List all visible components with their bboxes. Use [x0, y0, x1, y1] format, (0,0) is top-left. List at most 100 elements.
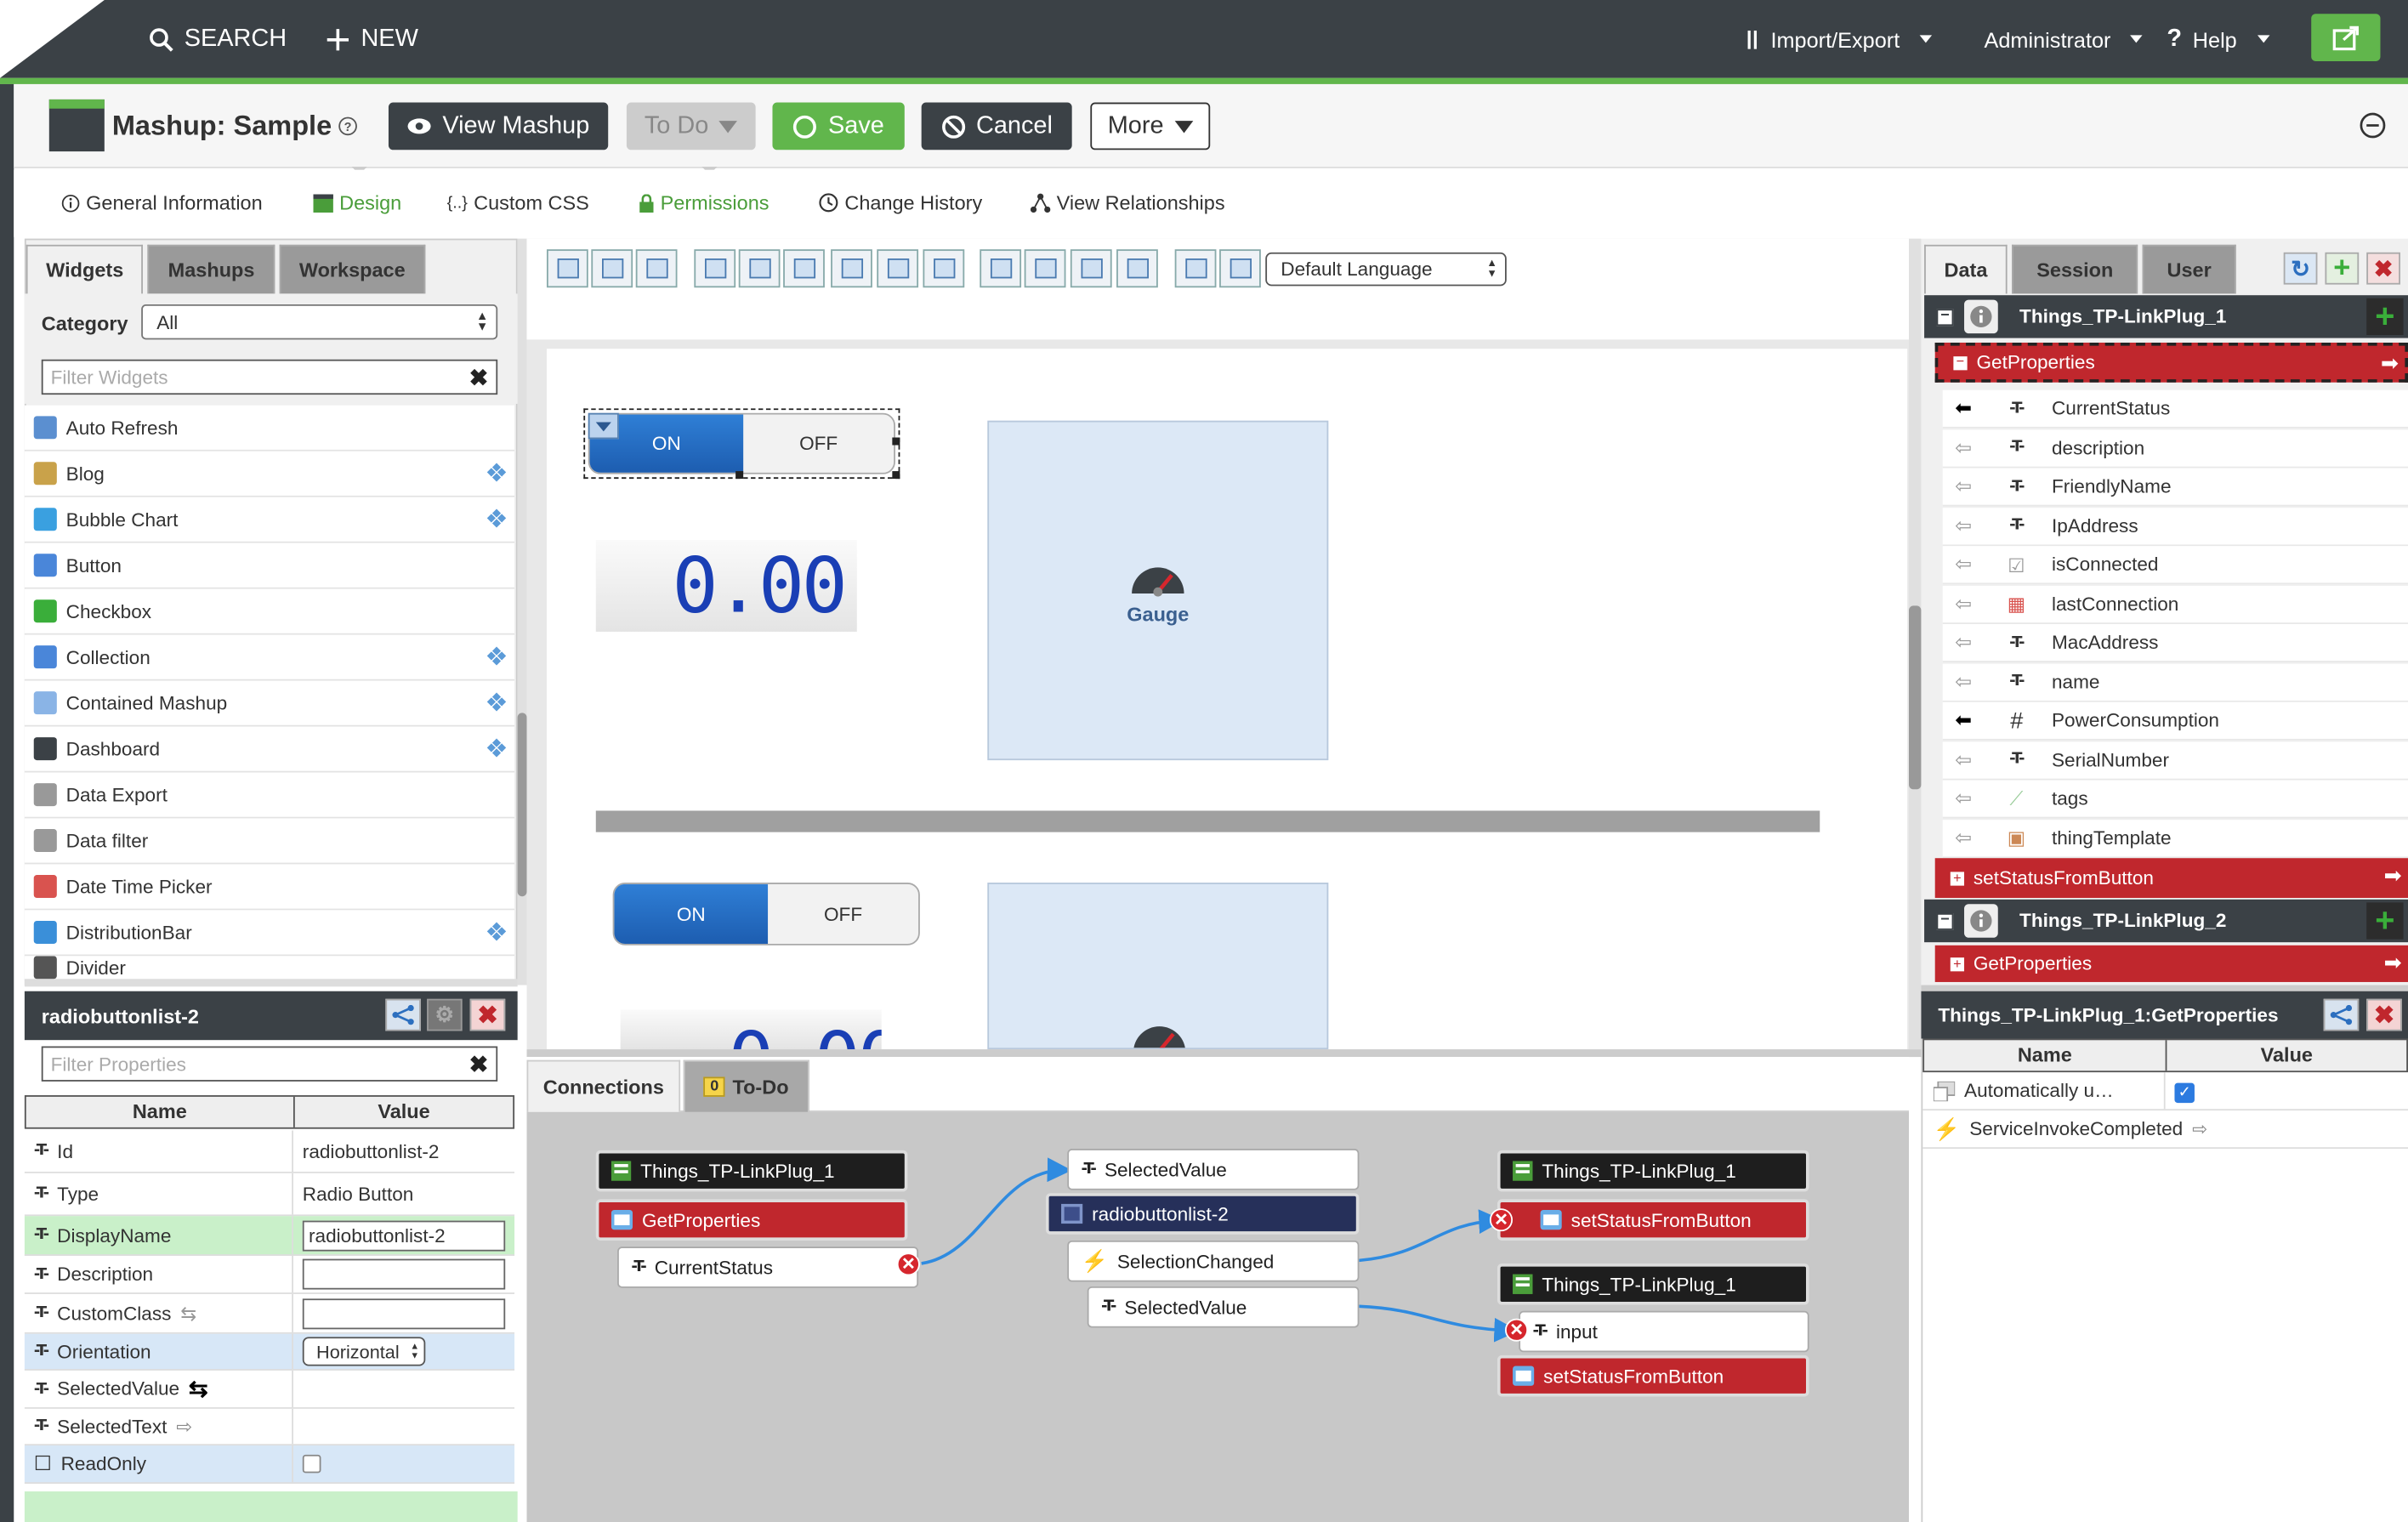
thing-template-type-icon: ▣: [2007, 827, 2026, 849]
tab-session[interactable]: Session: [2012, 244, 2138, 294]
service-prop-name: ServiceInvokeCompleted: [1969, 1118, 2184, 1140]
field-name: thingTemplate: [2051, 826, 2172, 849]
service-row-get-properties[interactable]: − GetProperties ➡: [1934, 342, 2408, 383]
bind-arrow-icon[interactable]: ⇦: [1955, 787, 1985, 811]
bind-arrow-icon[interactable]: ⇦: [1955, 514, 1985, 538]
collapse-icon[interactable]: −: [1953, 354, 1968, 370]
node-label: GetProperties: [641, 1209, 761, 1231]
bind-arrow-icon[interactable]: ⇦: [1955, 435, 1985, 460]
service-icon: [1540, 1210, 1562, 1230]
boolean-icon: [1933, 1080, 1956, 1101]
mid-event-node[interactable]: ⚡ SelectionChanged: [1067, 1240, 1360, 1282]
right-input-node[interactable]: -T- input: [1519, 1310, 1809, 1353]
service-field-row[interactable]: ⬅ -T- CurrentStatus: [1942, 389, 2408, 429]
collapse-icon[interactable]: −: [1936, 308, 1954, 326]
field-name: MacAddress: [2051, 631, 2159, 654]
service-field-row[interactable]: ⇦ ⟋ tags: [1942, 780, 2408, 819]
right-service-node-2[interactable]: setStatusFromButton: [1496, 1354, 1809, 1397]
field-name: IpAddress: [2051, 514, 2138, 537]
text-type-icon: -T-: [2009, 633, 2025, 651]
service-properties-table-header: Name Value: [1922, 1038, 2408, 1073]
share-icon: [2330, 1004, 2353, 1025]
tags-type-icon: ⟋: [2009, 787, 2024, 809]
service-prop-row[interactable]: ⚡ ServiceInvokeCompleted ⇨: [1922, 1110, 2408, 1150]
plus-icon: +: [2375, 900, 2395, 940]
bind-arrow-icon[interactable]: ⇦: [1955, 552, 1985, 576]
bind-arrow-icon[interactable]: ⇦: [1955, 669, 1985, 694]
pane-splitter[interactable]: [1921, 985, 2408, 991]
bind-arrow-icon[interactable]: ⇦: [1955, 630, 1985, 655]
tab-data[interactable]: Data: [1924, 244, 2008, 294]
bind-arrow-icon[interactable]: ⇦: [1955, 826, 1985, 850]
add-service-button[interactable]: +: [2366, 297, 2404, 335]
arrow-right-icon[interactable]: ⇨: [2192, 1118, 2207, 1139]
collapse-icon[interactable]: −: [1936, 911, 1954, 929]
col-name: Name: [1924, 1040, 2167, 1071]
add-service-button[interactable]: +: [2366, 900, 2404, 940]
remove-binding-icon[interactable]: ✕: [1489, 1208, 1514, 1232]
service-field-row[interactable]: ⇦ ▣ thingTemplate: [1942, 819, 2408, 858]
service-field-row[interactable]: ⇦ -T- IpAddress: [1942, 507, 2408, 546]
service-field-row[interactable]: ⇦ -T-name: [1942, 662, 2408, 701]
service-field-row[interactable]: ⇦ ▦ lastConnection: [1942, 585, 2408, 624]
expand-icon[interactable]: +: [1950, 871, 1965, 885]
service-row-set-status[interactable]: + setStatusFromButton ➡: [1934, 858, 2408, 899]
refresh-button[interactable]: ↻: [2283, 252, 2318, 285]
left-service-node[interactable]: GetProperties: [595, 1199, 908, 1241]
auto-update-checkbox[interactable]: ✓: [2174, 1082, 2195, 1103]
service-field-row[interactable]: ⇦ -T- FriendlyName: [1942, 468, 2408, 507]
service-field-row[interactable]: ⇦ -T- MacAddress: [1942, 623, 2408, 662]
service-prop-row: Automatically u… ✓: [1922, 1072, 2408, 1111]
data-panel-tabs: Data Session User: [1924, 241, 2240, 294]
thing-row-2[interactable]: − Things_TP-LinkPlug_2 +: [1924, 899, 2408, 943]
service-field-row[interactable]: ⇦ -T-description: [1942, 429, 2408, 468]
remove-binding-icon[interactable]: ✕: [1504, 1318, 1529, 1342]
service-field-row[interactable]: ⇦ ☑ isConnected: [1942, 546, 2408, 585]
add-data-button[interactable]: +: [2325, 252, 2360, 285]
field-name: name: [2051, 670, 2100, 693]
expand-icon[interactable]: +: [1950, 956, 1965, 971]
thing-row-1[interactable]: − Things_TP-LinkPlug_1 +: [1924, 295, 2408, 338]
bind-arrow-icon[interactable]: ⇦: [1955, 747, 1985, 772]
text-type-icon: -T-: [1100, 1298, 1116, 1316]
arrow-right-icon[interactable]: ➡: [2384, 950, 2402, 976]
field-name: description: [2051, 436, 2145, 458]
bind-arrow-icon[interactable]: ⬅: [1955, 396, 1985, 421]
arrow-right-icon[interactable]: ➡: [2384, 863, 2402, 889]
lightning-icon: ⚡: [1933, 1116, 1961, 1141]
text-type-icon: -T-: [2009, 400, 2025, 417]
widget-icon: [1061, 1203, 1083, 1224]
mid-selected-value-in-node[interactable]: -T- SelectedValue: [1067, 1149, 1360, 1190]
service-name: GetProperties: [1976, 351, 2095, 373]
delete-service-button[interactable]: ✖: [2366, 998, 2402, 1031]
left-field-node[interactable]: -T- CurrentStatus: [617, 1247, 919, 1288]
bind-arrow-icon[interactable]: ⇦: [1955, 474, 1985, 499]
service-name: setStatusFromButton: [1973, 867, 2154, 889]
bind-arrow-icon[interactable]: ⬅: [1955, 708, 1985, 733]
node-label: radiobuttonlist-2: [1092, 1202, 1229, 1225]
field-name: SerialNumber: [2051, 748, 2170, 770]
remove-binding-icon[interactable]: ✕: [896, 1252, 920, 1276]
field-name: isConnected: [2051, 554, 2159, 576]
node-label: SelectionChanged: [1116, 1250, 1275, 1272]
service-field-row[interactable]: ⬅ # PowerConsumption: [1942, 701, 2408, 741]
tab-user[interactable]: User: [2142, 244, 2236, 294]
service-field-row[interactable]: ⇦ -T- SerialNumber: [1942, 741, 2408, 780]
mid-selected-value-out-node[interactable]: -T- SelectedValue: [1087, 1286, 1360, 1328]
text-type-icon: -T-: [1532, 1323, 1548, 1340]
right-thing-node-2[interactable]: Things_TP-LinkPlug_1: [1496, 1263, 1809, 1305]
service-row-get-properties-2[interactable]: + GetProperties ➡: [1934, 945, 2408, 982]
left-thing-node[interactable]: Things_TP-LinkPlug_1: [595, 1150, 908, 1192]
right-service-node-1[interactable]: setStatusFromButton: [1496, 1199, 1809, 1241]
number-type-icon: #: [2009, 707, 2023, 734]
share-button[interactable]: [2323, 998, 2360, 1031]
bind-arrow-icon[interactable]: ⇦: [1955, 591, 1985, 616]
right-thing-node-1[interactable]: Things_TP-LinkPlug_1: [1496, 1150, 1809, 1192]
text-type-icon: -T-: [631, 1258, 646, 1276]
mid-widget-node[interactable]: radiobuttonlist-2: [1045, 1193, 1360, 1235]
thing-icon: [1513, 1161, 1533, 1181]
remove-data-button[interactable]: ✖: [2366, 252, 2400, 285]
node-label: Things_TP-LinkPlug_1: [640, 1160, 835, 1182]
arrow-right-icon[interactable]: ➡: [2381, 350, 2399, 377]
field-name: tags: [2051, 787, 2088, 809]
